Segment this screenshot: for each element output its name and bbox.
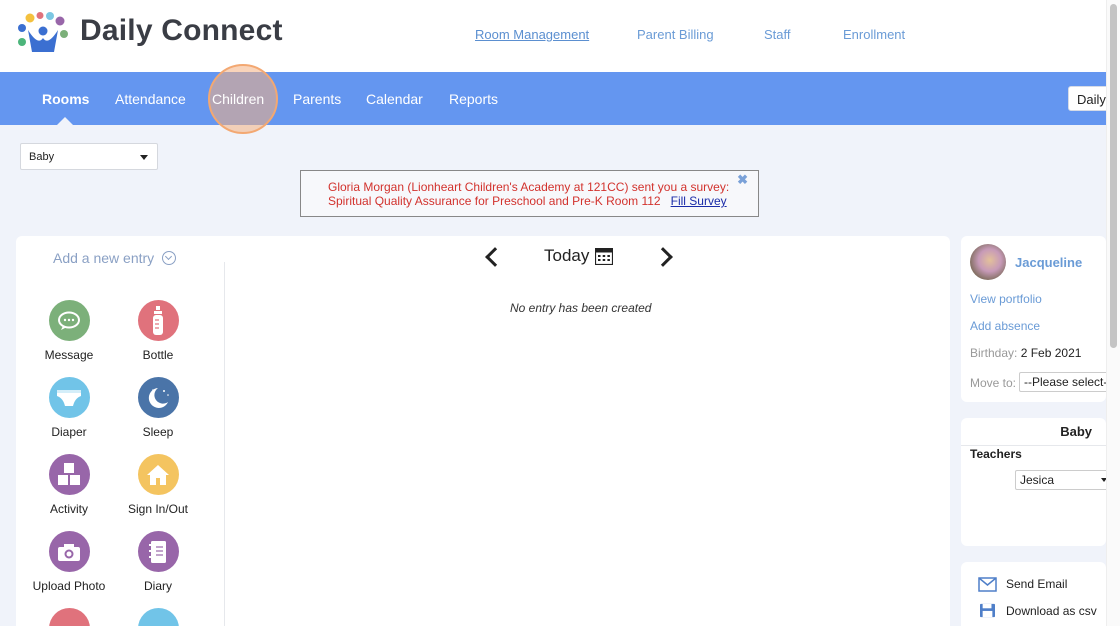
entry-message-button[interactable]: Message [24,300,114,362]
entry-sleep-button[interactable]: Sleep [113,377,203,439]
link-parent-billing[interactable]: Parent Billing [637,27,714,42]
tab-attendance[interactable]: Attendance [115,91,186,107]
entry-more-button[interactable] [113,608,203,626]
add-absence-link[interactable]: Add absence [970,319,1040,333]
room-select[interactable]: Baby [20,143,158,170]
top-header: Daily Connect Room Management Parent Bil… [0,0,1120,72]
entry-label: Diary [143,579,172,593]
room-card: Baby Teachers Jesica [961,418,1110,546]
room-title: Baby [1060,424,1092,439]
entry-upload-photo-button[interactable]: Upload Photo [24,531,114,593]
teachers-label: Teachers [970,447,1022,461]
camera-icon [48,531,90,572]
teacher-select-value: Jesica [1020,473,1055,487]
room-card-divider [961,445,1106,446]
download-csv-link[interactable]: Download as csv [1006,604,1097,618]
active-tab-caret [57,117,73,125]
entry-label: Upload Photo [32,579,106,593]
birthday-row: Birthday: 2 Feb 2021 [970,346,1081,360]
brand-title: Daily Connect [80,14,283,47]
view-portfolio-link[interactable]: View portfolio [970,292,1042,306]
entry-label: Sign In/Out [127,502,189,516]
tab-reports[interactable]: Reports [449,91,498,107]
entry-label: Diaper [51,425,87,439]
calendar-icon[interactable] [595,248,613,265]
more-entry-icon [48,608,90,626]
date-label[interactable]: Today [544,246,589,266]
entry-activity-button[interactable]: Activity [24,454,114,516]
entry-bottle-button[interactable]: Bottle [113,300,203,362]
entry-diaper-button[interactable]: Diaper [24,377,114,439]
panel-divider [224,262,225,626]
child-card: Jacqueline View portfolio Add absence Bi… [961,236,1109,402]
house-icon [137,454,179,495]
tab-parents[interactable]: Parents [293,91,341,107]
diaper-icon [48,377,90,418]
message-icon [48,300,90,341]
entry-label: Message [44,348,94,362]
move-to-select[interactable]: --Please select-- [1019,372,1109,392]
entry-more-button[interactable] [24,608,114,626]
birthday-label: Birthday: [970,346,1018,360]
survey-notice: Gloria Morgan (Lionheart Children's Acad… [300,170,759,217]
envelope-icon[interactable] [978,577,997,592]
entry-sign-in-out-button[interactable]: Sign In/Out [113,454,203,516]
add-new-entry-toggle[interactable]: Add a new entry [53,250,154,266]
save-disk-icon[interactable] [978,603,997,618]
survey-line-2: Spiritual Quality Assurance for Preschoo… [328,194,727,208]
room-select-value: Baby [29,151,55,163]
tab-children[interactable]: Children [212,91,264,107]
daily-connect-logo[interactable] [16,12,70,54]
bottle-icon [137,300,179,341]
entry-label: Bottle [142,348,174,362]
more-entry-icon [137,608,179,626]
sleep-icon [137,377,179,418]
entries-panel: Add a new entry Message Bottle Diaper Sl… [16,236,950,626]
scrollbar-thumb[interactable] [1110,4,1117,348]
tab-calendar[interactable]: Calendar [366,91,423,107]
actions-card: Send Email Download as csv [961,562,1106,626]
entry-label: Sleep [142,425,174,439]
birthday-value: 2 Feb 2021 [1020,346,1082,360]
survey-title: Spiritual Quality Assurance for Preschoo… [328,194,661,208]
teacher-select[interactable]: Jesica [1015,470,1110,490]
survey-line-1: Gloria Morgan (Lionheart Children's Acad… [328,180,730,194]
link-enrollment[interactable]: Enrollment [843,27,905,42]
send-email-link[interactable]: Send Email [1006,577,1067,591]
link-room-management[interactable]: Room Management [475,27,589,42]
move-to-label: Move to: [970,376,1017,390]
previous-day-arrow-icon[interactable] [485,247,505,267]
entry-diary-button[interactable]: Diary [113,531,203,593]
chevron-down-circle-icon[interactable] [162,251,176,265]
empty-state-text: No entry has been created [510,301,652,315]
child-name[interactable]: Jacqueline [1015,255,1082,270]
diary-icon [137,531,179,572]
main-nav: Rooms Attendance Children Parents Calend… [0,72,1120,125]
next-day-arrow-icon[interactable] [653,247,673,267]
caret-down-icon [140,155,148,160]
avatar[interactable] [970,244,1006,280]
tab-rooms[interactable]: Rooms [42,91,89,107]
entry-label: Activity [49,502,88,516]
close-icon[interactable]: ✖ [737,172,748,188]
page-scrollbar[interactable] [1106,0,1120,626]
blocks-icon [48,454,90,495]
link-staff[interactable]: Staff [764,27,791,42]
fill-survey-link[interactable]: Fill Survey [671,194,727,208]
